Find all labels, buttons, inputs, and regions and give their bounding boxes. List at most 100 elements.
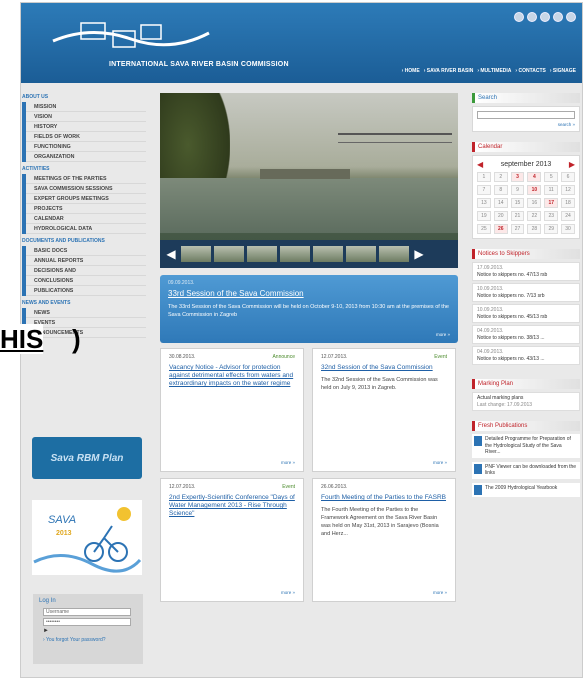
featured-more-link[interactable]: more » bbox=[436, 332, 450, 337]
marking-plan-item[interactable]: Actual marking plans Last change: 17.09.2… bbox=[472, 392, 580, 411]
notice-item[interactable]: 04.09.2013. Notice to skippers no. 38/13 … bbox=[472, 325, 580, 344]
calendar-day[interactable]: 29 bbox=[544, 224, 559, 234]
password-field[interactable]: •••••••• bbox=[43, 618, 131, 626]
sidebar-item-mission[interactable]: MISSION bbox=[26, 102, 146, 112]
card-more-link[interactable]: more » bbox=[433, 590, 447, 595]
prev-arrow-icon[interactable]: ◀ bbox=[164, 247, 178, 261]
sidebar-item-news[interactable]: NEWS bbox=[26, 308, 146, 318]
forgot-password-link[interactable]: › You forgot Your password? bbox=[43, 637, 137, 643]
calendar-day[interactable]: 17 bbox=[544, 198, 559, 208]
calendar-day[interactable]: 9 bbox=[510, 185, 525, 195]
sidebar-item-events[interactable]: EVENTS bbox=[26, 318, 146, 328]
flag-icon[interactable] bbox=[514, 12, 524, 22]
sidebar-item-projects[interactable]: PROJECTS bbox=[26, 204, 146, 214]
next-arrow-icon[interactable]: ▶ bbox=[412, 247, 426, 261]
calendar-day[interactable]: 11 bbox=[544, 185, 559, 195]
notice-item[interactable]: 10.09.2013. Notice to skippers no. 7/13 s… bbox=[472, 283, 580, 302]
next-month-icon[interactable]: ▶ bbox=[569, 160, 575, 169]
calendar-day[interactable]: 22 bbox=[527, 211, 542, 221]
sidebar-item-history[interactable]: HISTORY bbox=[26, 122, 146, 132]
slider-thumb[interactable] bbox=[247, 246, 277, 262]
sidebar-item-publications[interactable]: PUBLICATIONS bbox=[26, 286, 146, 296]
sidebar-item-functioning[interactable]: FUNCTIONING bbox=[26, 142, 146, 152]
card-title[interactable]: Vacancy Notice - Advisor for protection … bbox=[169, 364, 295, 388]
login-arrow-icon[interactable]: ► bbox=[43, 628, 137, 634]
sidebar-item-expert-groups[interactable]: EXPERT GROUPS MEETINGS bbox=[26, 194, 146, 204]
flag-icon[interactable] bbox=[540, 12, 550, 22]
notice-item[interactable]: 10.09.2013. Notice to skippers no. 45/13 … bbox=[472, 304, 580, 323]
username-field[interactable]: Username bbox=[43, 608, 131, 616]
calendar-day[interactable]: 15 bbox=[510, 198, 525, 208]
calendar-day[interactable]: 23 bbox=[544, 211, 559, 221]
calendar-day[interactable]: 26 bbox=[493, 224, 508, 234]
card-date: 12.07.2013. bbox=[169, 484, 196, 490]
nav-multimedia[interactable]: › MULTIMEDIA bbox=[477, 68, 511, 74]
calendar-day[interactable]: 2 bbox=[493, 172, 508, 182]
slider-thumb[interactable] bbox=[280, 246, 310, 262]
calendar-day[interactable]: 28 bbox=[527, 224, 542, 234]
card-title[interactable]: 32nd Session of the Sava Commission bbox=[321, 364, 447, 372]
calendar-day[interactable]: 18 bbox=[561, 198, 575, 208]
flag-icon[interactable] bbox=[527, 12, 537, 22]
card-more-link[interactable]: more » bbox=[281, 460, 295, 465]
sidebar-item-announcements[interactable]: ANNOUNCEMENTS bbox=[26, 328, 146, 338]
flag-icon[interactable] bbox=[566, 12, 576, 22]
nav-sava-river-basin[interactable]: › SAVA RIVER BASIN bbox=[424, 68, 474, 74]
calendar-day[interactable]: 8 bbox=[493, 185, 508, 195]
card-more-link[interactable]: more » bbox=[281, 590, 295, 595]
calendar-day[interactable]: 25 bbox=[477, 224, 491, 234]
notice-item[interactable]: 04.09.2013. Notice to skippers no. 43/13 … bbox=[472, 346, 580, 365]
search-button[interactable]: search » bbox=[477, 122, 575, 127]
calendar-day[interactable]: 13 bbox=[477, 198, 491, 208]
sidebar-item-calendar[interactable]: CALENDAR bbox=[26, 214, 146, 224]
sava-2013-banner[interactable]: SAVA 2013 bbox=[32, 500, 142, 575]
slider-thumb[interactable] bbox=[346, 246, 376, 262]
sidebar-item-meetings-of-parties[interactable]: MEETINGS OF THE PARTIES bbox=[26, 174, 146, 184]
calendar-day[interactable]: 12 bbox=[561, 185, 575, 195]
sidebar-item-hydrological-data[interactable]: HYDROLOGICAL DATA bbox=[26, 224, 146, 234]
calendar-day[interactable]: 6 bbox=[561, 172, 575, 182]
prev-month-icon[interactable]: ◀ bbox=[477, 160, 483, 169]
sidebar-item-conclusions[interactable]: CONCLUSIONS bbox=[26, 276, 146, 286]
calendar-day[interactable]: 16 bbox=[527, 198, 542, 208]
calendar-day[interactable]: 19 bbox=[477, 211, 491, 221]
calendar-day[interactable]: 1 bbox=[477, 172, 491, 182]
calendar-day[interactable]: 10 bbox=[527, 185, 542, 195]
card-more-link[interactable]: more » bbox=[433, 460, 447, 465]
calendar-day[interactable]: 5 bbox=[544, 172, 559, 182]
sidebar-item-decisions[interactable]: DECISIONS AND bbox=[26, 266, 146, 276]
slider-thumb[interactable] bbox=[379, 246, 409, 262]
nav-contacts[interactable]: › CONTACTS bbox=[515, 68, 545, 74]
publication-item[interactable]: Detailed Programme for Preparation of th… bbox=[472, 434, 580, 458]
calendar-day[interactable]: 14 bbox=[493, 198, 508, 208]
sidebar-item-commission-sessions[interactable]: SAVA COMMISSION SESSIONS bbox=[26, 184, 146, 194]
slider-thumb[interactable] bbox=[214, 246, 244, 262]
card-title[interactable]: 2nd Expertly-Scientific Conference "Days… bbox=[169, 494, 295, 518]
sidebar-item-annual-reports[interactable]: ANNUAL REPORTS bbox=[26, 256, 146, 266]
featured-title[interactable]: 33rd Session of the Sava Commission bbox=[168, 289, 450, 298]
slider-thumb[interactable] bbox=[181, 246, 211, 262]
calendar-day[interactable]: 24 bbox=[561, 211, 575, 221]
sidebar-item-basic-docs[interactable]: BASIC DOCS bbox=[26, 246, 146, 256]
search-input[interactable] bbox=[477, 111, 575, 119]
flag-icon[interactable] bbox=[553, 12, 563, 22]
card-title[interactable]: Fourth Meeting of the Parties to the FAS… bbox=[321, 494, 447, 502]
marking-plan-heading: Marking Plan bbox=[472, 379, 580, 389]
calendar-day[interactable]: 3 bbox=[510, 172, 525, 182]
publication-item[interactable]: PNF Viewer can be downloaded from the li… bbox=[472, 461, 580, 479]
sidebar-item-fields-of-work[interactable]: FIELDS OF WORK bbox=[26, 132, 146, 142]
calendar-day[interactable]: 27 bbox=[510, 224, 525, 234]
slider-thumb[interactable] bbox=[313, 246, 343, 262]
calendar-day[interactable]: 30 bbox=[561, 224, 575, 234]
sava-rbm-plan-banner[interactable]: Sava RBM Plan bbox=[32, 437, 142, 479]
calendar-day[interactable]: 4 bbox=[527, 172, 542, 182]
nav-home[interactable]: › HOME bbox=[402, 68, 420, 74]
calendar-day[interactable]: 20 bbox=[493, 211, 508, 221]
publication-item[interactable]: The 2009 Hydrological Yearbook bbox=[472, 482, 580, 497]
notice-item[interactable]: 17.09.2013. Notice to skippers no. 47/13 … bbox=[472, 262, 580, 281]
nav-signage[interactable]: › SIGNAGE bbox=[550, 68, 576, 74]
sidebar-item-vision[interactable]: VISION bbox=[26, 112, 146, 122]
calendar-day[interactable]: 7 bbox=[477, 185, 491, 195]
calendar-day[interactable]: 21 bbox=[510, 211, 525, 221]
sidebar-item-organization[interactable]: ORGANIZATION bbox=[26, 152, 146, 162]
